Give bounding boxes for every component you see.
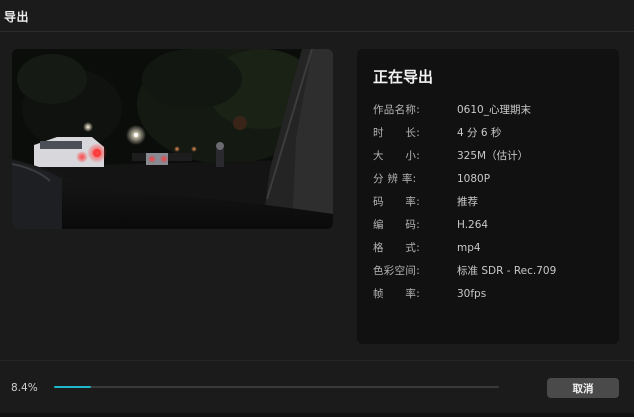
info-label: 分 辨 率: xyxy=(373,173,417,185)
window-bottom-edge xyxy=(0,413,634,417)
preview-frame-image xyxy=(12,49,333,229)
info-value: 325M（估计） xyxy=(457,150,529,162)
export-info-panel: 正在导出 作品名称: 0610_心理期末 时 长: 4 分 6 秒 大 小: 3… xyxy=(357,49,619,344)
info-label: 大 小: xyxy=(373,150,421,162)
info-value: 30fps xyxy=(457,288,487,300)
video-preview xyxy=(12,49,333,229)
title-bar: 导出 xyxy=(0,0,634,32)
info-label: 时 长: xyxy=(373,127,421,139)
progress-percent: 8.4% xyxy=(11,382,38,394)
info-label: 码 率: xyxy=(373,196,421,208)
footer-bar xyxy=(0,360,634,417)
info-value: 1080P xyxy=(457,173,491,185)
info-label: 作品名称: xyxy=(373,104,421,116)
export-window: 导出 正在导出 作品名称: 0610_心理期末 时 长: 4 分 6 秒 大 小… xyxy=(0,0,634,417)
info-value: 标准 SDR - Rec.709 xyxy=(457,265,557,277)
info-label: 帧 率: xyxy=(373,288,421,300)
progress-bar xyxy=(54,386,499,388)
info-value: 4 分 6 秒 xyxy=(457,127,502,139)
cancel-button[interactable]: 取消 xyxy=(547,378,619,398)
info-value: H.264 xyxy=(457,219,489,231)
info-value: 推荐 xyxy=(457,196,478,208)
info-value: 0610_心理期末 xyxy=(457,104,531,116)
info-label: 色彩空间: xyxy=(373,265,421,277)
export-status-heading: 正在导出 xyxy=(373,68,434,86)
progress-bar-fill xyxy=(54,386,92,388)
info-value: mp4 xyxy=(457,242,481,254)
info-label: 编 码: xyxy=(373,219,421,231)
info-label: 格 式: xyxy=(373,242,421,254)
window-title: 导出 xyxy=(4,10,30,24)
